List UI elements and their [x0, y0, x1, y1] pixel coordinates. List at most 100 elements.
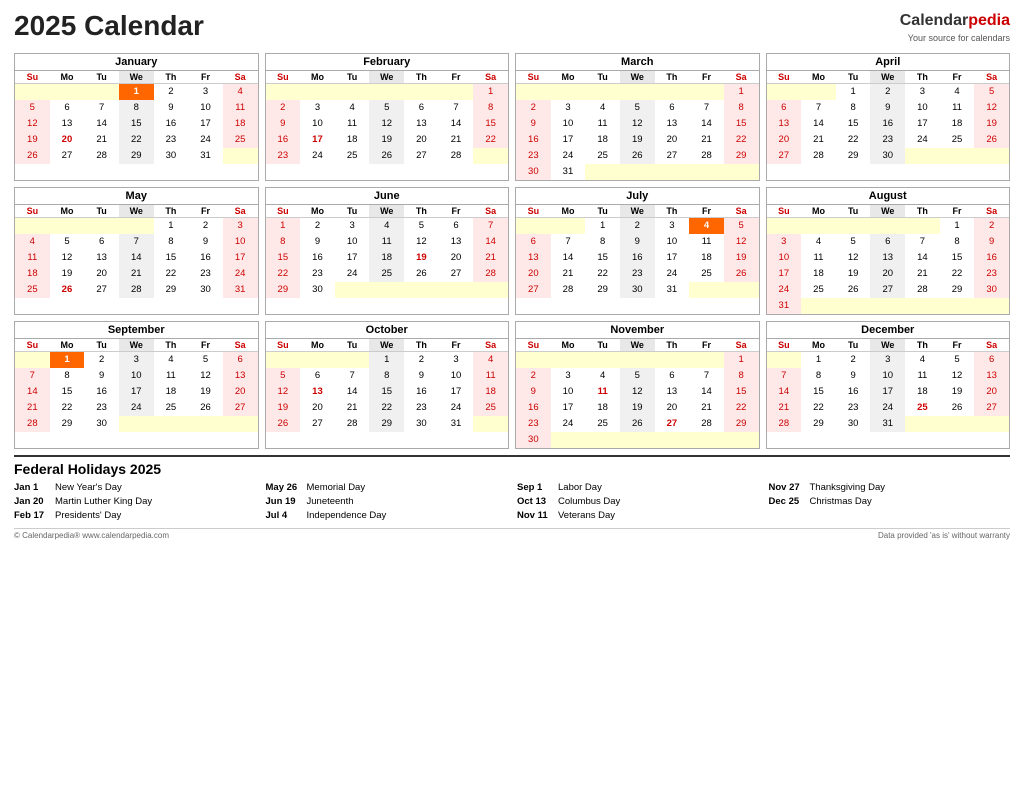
calendar-cell: 4	[905, 351, 940, 368]
month-table: SuMoTuWeThFrSa12345678910111213141516171…	[516, 71, 759, 180]
calendar-cell: 25	[801, 282, 836, 298]
day-header-we: We	[870, 339, 905, 352]
calendar-cell: 2	[516, 368, 551, 384]
calendar-cell: 23	[836, 400, 871, 416]
holiday-column-0: Jan 1New Year's DayJan 20Martin Luther K…	[14, 481, 256, 524]
footer-disclaimer: Data provided 'as is' without warranty	[878, 531, 1010, 540]
day-header-mo: Mo	[801, 205, 836, 218]
calendar-cell	[335, 282, 370, 298]
calendar-cell: 18	[369, 250, 404, 266]
calendar-cell: 20	[655, 400, 690, 416]
calendar-cell: 6	[84, 234, 119, 250]
calendar-cell	[404, 282, 439, 298]
calendar-cell: 18	[940, 116, 975, 132]
day-header-sa: Sa	[724, 205, 759, 218]
calendar-cell: 15	[940, 250, 975, 266]
calendar-cell: 15	[266, 250, 301, 266]
calendar-cell: 4	[801, 234, 836, 250]
calendar-cell	[223, 416, 258, 432]
calendar-cell: 13	[439, 234, 474, 250]
page-footer: © Calendarpedia® www.calendarpedia.com D…	[14, 528, 1010, 540]
calendar-cell: 28	[15, 416, 50, 432]
calendar-cell	[905, 298, 940, 314]
calendar-cell: 15	[724, 384, 759, 400]
month-block-august: AugustSuMoTuWeThFrSa12345678910111213141…	[766, 187, 1011, 315]
day-header-we: We	[620, 339, 655, 352]
month-block-january: JanuarySuMoTuWeThFrSa1234567891011121314…	[14, 53, 259, 181]
calendar-cell: 27	[50, 148, 85, 164]
calendar-cell: 7	[767, 368, 802, 384]
calendar-cell	[655, 83, 690, 100]
calendar-cell: 19	[620, 400, 655, 416]
calendar-cell: 30	[300, 282, 335, 298]
calendar-cell: 23	[516, 148, 551, 164]
calendar-cell: 11	[801, 250, 836, 266]
calendar-cell: 3	[551, 100, 586, 116]
calendar-cell: 7	[551, 234, 586, 250]
calendar-cell: 9	[516, 384, 551, 400]
calendar-cell: 29	[724, 416, 759, 432]
calendar-cell: 13	[516, 250, 551, 266]
calendar-cell: 25	[585, 416, 620, 432]
calendar-cell: 26	[620, 148, 655, 164]
calendar-cell	[801, 298, 836, 314]
calendar-cell: 25	[940, 132, 975, 148]
calendar-cell: 19	[15, 132, 50, 148]
holiday-name: Christmas Day	[810, 495, 872, 509]
holiday-date: Jan 1	[14, 481, 49, 495]
month-table: SuMoTuWeThFrSa12345678910111213141516171…	[516, 205, 759, 298]
holiday-date: Dec 25	[769, 495, 804, 509]
calendar-cell: 31	[551, 164, 586, 180]
holiday-item: Jul 4Independence Day	[266, 509, 508, 523]
month-block-october: OctoberSuMoTuWeThFrSa1234567891011121314…	[265, 321, 510, 449]
day-header-fr: Fr	[940, 205, 975, 218]
calendar-cell	[905, 416, 940, 432]
calendar-cell: 17	[905, 116, 940, 132]
calendar-cell	[551, 432, 586, 448]
day-header-su: Su	[767, 339, 802, 352]
calendar-cell: 8	[585, 234, 620, 250]
calendar-cell: 6	[50, 100, 85, 116]
calendar-cell: 10	[655, 234, 690, 250]
calendar-cell: 31	[655, 282, 690, 298]
day-header-tu: Tu	[836, 205, 871, 218]
brand-pedia: pedia	[968, 12, 1010, 29]
calendar-cell: 18	[585, 400, 620, 416]
month-title: March	[516, 54, 759, 71]
calendar-cell: 26	[15, 148, 50, 164]
calendar-cell	[551, 83, 586, 100]
calendar-cell: 21	[335, 400, 370, 416]
day-header-th: Th	[655, 339, 690, 352]
calendar-cell: 13	[655, 116, 690, 132]
calendar-cell	[655, 164, 690, 180]
calendar-cell: 24	[300, 148, 335, 164]
calendar-cell: 14	[439, 116, 474, 132]
calendar-cell: 21	[551, 266, 586, 282]
calendar-cell: 18	[905, 384, 940, 400]
calendar-cell: 24	[335, 266, 370, 282]
calendar-cell: 4	[585, 368, 620, 384]
calendar-cell: 18	[15, 266, 50, 282]
month-title: July	[516, 188, 759, 205]
calendar-cell: 14	[767, 384, 802, 400]
calendar-cell: 6	[404, 100, 439, 116]
calendar-cell: 25	[585, 148, 620, 164]
day-header-sa: Sa	[473, 339, 508, 352]
calendar-cell: 17	[551, 400, 586, 416]
calendar-cell: 19	[940, 384, 975, 400]
calendar-cell: 2	[300, 217, 335, 234]
calendar-cell: 17	[655, 250, 690, 266]
calendar-cell: 9	[300, 234, 335, 250]
calendar-cell: 16	[516, 400, 551, 416]
calendar-cell	[119, 217, 154, 234]
calendar-cell: 22	[119, 132, 154, 148]
month-block-july: JulySuMoTuWeThFrSa1234567891011121314151…	[515, 187, 760, 315]
month-table: SuMoTuWeThFrSa12345678910111213141516171…	[15, 339, 258, 432]
calendar-cell: 25	[154, 400, 189, 416]
calendar-cell	[551, 351, 586, 368]
holiday-name: Veterans Day	[558, 509, 615, 523]
calendar-cell	[974, 298, 1009, 314]
calendar-cell: 27	[300, 416, 335, 432]
calendar-cell: 9	[154, 100, 189, 116]
day-header-mo: Mo	[551, 205, 586, 218]
